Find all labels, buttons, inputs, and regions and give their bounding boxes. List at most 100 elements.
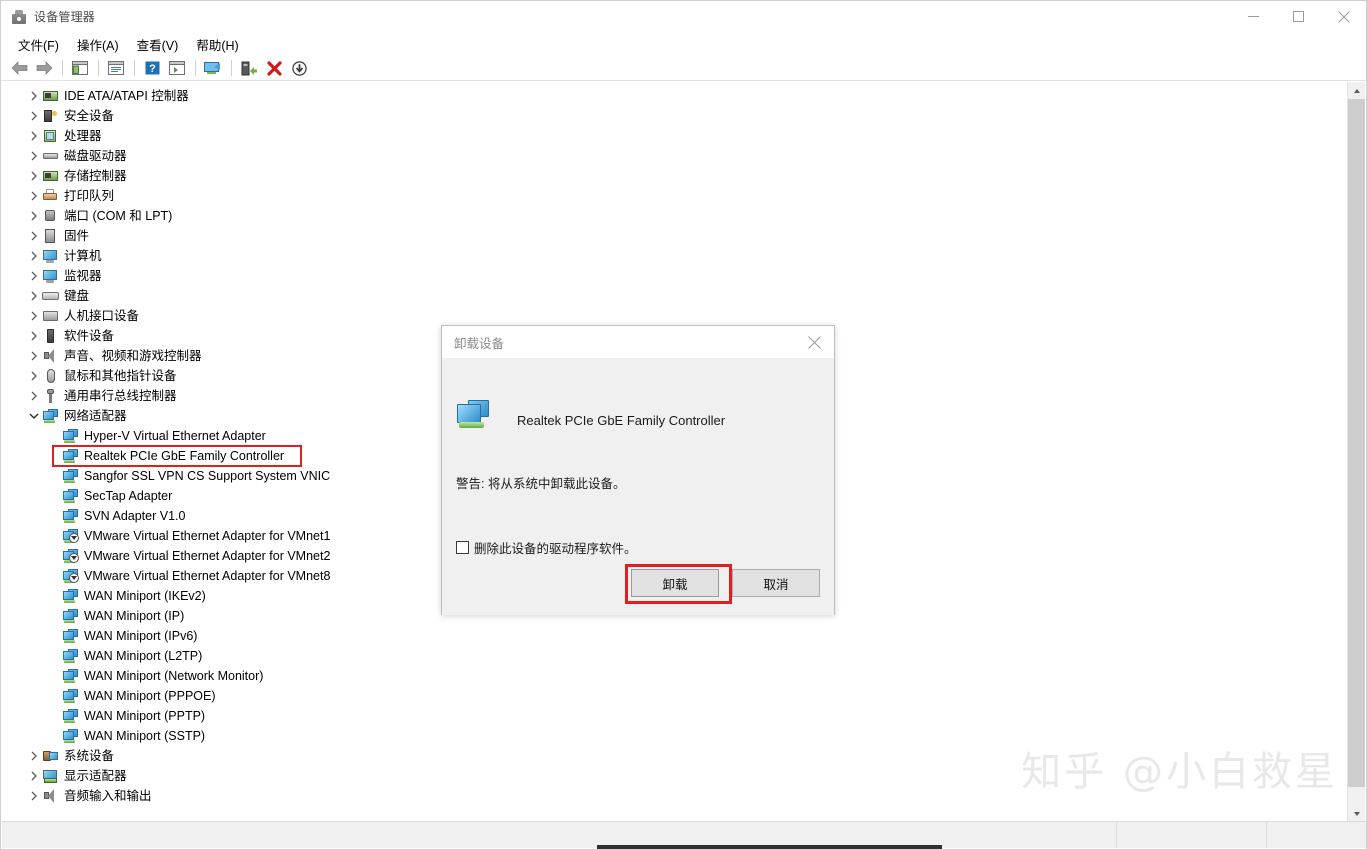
chevron-right-icon[interactable]: [26, 126, 42, 146]
show-details-icon[interactable]: [165, 57, 189, 79]
statusbar-segment-3: [1267, 822, 1366, 848]
chevron-right-icon[interactable]: [26, 106, 42, 126]
dialog-device-name: Realtek PCIe GbE Family Controller: [517, 413, 726, 428]
security-device-icon: [42, 108, 60, 124]
disabled-badge-icon: [69, 533, 79, 543]
back-icon[interactable]: [7, 57, 31, 79]
menu-action[interactable]: 操作(A): [68, 33, 128, 56]
tree-node-label: 安全设备: [64, 109, 115, 123]
chevron-right-icon[interactable]: [26, 186, 42, 206]
tree-node-processors[interactable]: 处理器: [2, 126, 1350, 146]
tree-node-ports[interactable]: 端口 (COM 和 LPT): [2, 206, 1350, 226]
menu-help[interactable]: 帮助(H): [187, 33, 247, 56]
chevron-right-icon[interactable]: [26, 226, 42, 246]
chevron-right-icon[interactable]: [26, 346, 42, 366]
help-icon[interactable]: ?: [140, 57, 164, 79]
scroll-down-icon[interactable]: [1348, 805, 1365, 822]
show-hide-console-tree-icon[interactable]: [68, 57, 92, 79]
menu-view[interactable]: 查看(V): [128, 33, 188, 56]
disk-drive-icon: [42, 148, 60, 164]
network-adapter-icon: [62, 648, 80, 664]
tree-node-label: 通用串行总线控制器: [64, 389, 177, 403]
cancel-button[interactable]: 取消: [732, 569, 820, 597]
chevron-down-icon[interactable]: [26, 406, 42, 426]
chevron-right-icon[interactable]: [26, 386, 42, 406]
chevron-right-icon[interactable]: [26, 786, 42, 806]
tree-node-label: 监视器: [64, 269, 102, 283]
chevron-right-icon[interactable]: [26, 366, 42, 386]
toolbar-separator: [134, 60, 135, 76]
statusbar-message: [2, 822, 1117, 848]
vertical-scrollbar-thumb[interactable]: [1348, 99, 1365, 787]
toolbar: ?: [1, 56, 1366, 81]
window-controls: [1231, 1, 1366, 32]
tree-node-hid[interactable]: 人机接口设备: [2, 306, 1350, 326]
close-icon[interactable]: [794, 326, 834, 358]
properties-icon[interactable]: [104, 57, 128, 79]
tree-node-label: 固件: [64, 229, 90, 243]
tree-node-wan-miniport-l2tp[interactable]: WAN Miniport (L2TP): [2, 646, 1350, 666]
chevron-right-icon[interactable]: [26, 146, 42, 166]
forward-icon[interactable]: [32, 57, 56, 79]
tree-node-print-queues[interactable]: 打印队列: [2, 186, 1350, 206]
chevron-right-icon[interactable]: [26, 326, 42, 346]
tree-node-wan-miniport-pppoe[interactable]: WAN Miniport (PPPOE): [2, 686, 1350, 706]
close-icon[interactable]: [1321, 1, 1366, 32]
tree-node-keyboards[interactable]: 键盘: [2, 286, 1350, 306]
scan-hardware-changes-icon[interactable]: [201, 57, 225, 79]
tree-node-label: Realtek PCIe GbE Family Controller: [84, 449, 285, 463]
computer-icon: [42, 248, 60, 264]
network-adapter-icon: [42, 408, 60, 424]
update-driver-icon[interactable]: [237, 57, 261, 79]
vertical-scrollbar[interactable]: [1347, 82, 1365, 822]
tree-node-label: 网络适配器: [64, 409, 127, 423]
toolbar-separator: [62, 60, 63, 76]
chevron-right-icon[interactable]: [26, 306, 42, 326]
tree-node-label: 显示适配器: [64, 769, 127, 783]
network-adapter-icon: [62, 608, 80, 624]
mouse-icon: [42, 368, 60, 384]
disable-device-icon[interactable]: [287, 57, 311, 79]
uninstall-device-icon[interactable]: [262, 57, 286, 79]
tree-node-label: 声音、视频和游戏控制器: [64, 349, 202, 363]
tree-node-label: 计算机: [64, 249, 102, 263]
tree-node-label: WAN Miniport (PPPOE): [84, 689, 216, 703]
chevron-right-icon[interactable]: [26, 86, 42, 106]
menu-file[interactable]: 文件(F): [9, 33, 68, 56]
chevron-right-icon[interactable]: [26, 766, 42, 786]
chevron-right-icon[interactable]: [26, 286, 42, 306]
chevron-right-icon[interactable]: [26, 746, 42, 766]
tree-node-disk-drives[interactable]: 磁盘驱动器: [2, 146, 1350, 166]
tree-node-wan-miniport-ipv6[interactable]: WAN Miniport (IPv6): [2, 626, 1350, 646]
scroll-up-icon[interactable]: [1348, 82, 1365, 99]
toolbar-separator: [231, 60, 232, 76]
tree-node-security-devices[interactable]: 安全设备: [2, 106, 1350, 126]
tree-node-label: Hyper-V Virtual Ethernet Adapter: [84, 429, 266, 443]
delete-driver-checkbox[interactable]: [456, 541, 469, 554]
chevron-right-icon[interactable]: [26, 166, 42, 186]
tree-node-computer[interactable]: 计算机: [2, 246, 1350, 266]
network-adapter-disabled-icon: [62, 528, 80, 544]
minimize-icon[interactable]: [1231, 1, 1276, 32]
dialog-title: 卸载设备: [454, 336, 505, 351]
tree-node-storage-controllers[interactable]: 存储控制器: [2, 166, 1350, 186]
tree-node-label: 软件设备: [64, 329, 115, 343]
system-device-icon: [42, 748, 60, 764]
tree-node-firmware[interactable]: 固件: [2, 226, 1350, 246]
maximize-icon[interactable]: [1276, 1, 1321, 32]
chevron-right-icon[interactable]: [26, 246, 42, 266]
uninstall-button[interactable]: 卸载: [631, 569, 719, 597]
tree-node-label: 端口 (COM 和 LPT): [64, 209, 173, 223]
keyboard-icon: [42, 288, 60, 304]
tree-node-monitors[interactable]: 监视器: [2, 266, 1350, 286]
network-adapter-icon: [62, 708, 80, 724]
network-adapter-icon: [62, 508, 80, 524]
dialog-button-row: 卸载 取消: [631, 569, 820, 597]
tree-node-wan-miniport-pptp[interactable]: WAN Miniport (PPTP): [2, 706, 1350, 726]
tree-node-ide-controllers[interactable]: IDE ATA/ATAPI 控制器: [2, 86, 1350, 106]
chevron-right-icon[interactable]: [26, 206, 42, 226]
window-title: 设备管理器: [34, 10, 96, 24]
tree-node-wan-miniport-network-monitor[interactable]: WAN Miniport (Network Monitor): [2, 666, 1350, 686]
chevron-right-icon[interactable]: [26, 266, 42, 286]
delete-driver-checkbox-row[interactable]: 删除此设备的驱动程序软件。: [456, 538, 637, 557]
